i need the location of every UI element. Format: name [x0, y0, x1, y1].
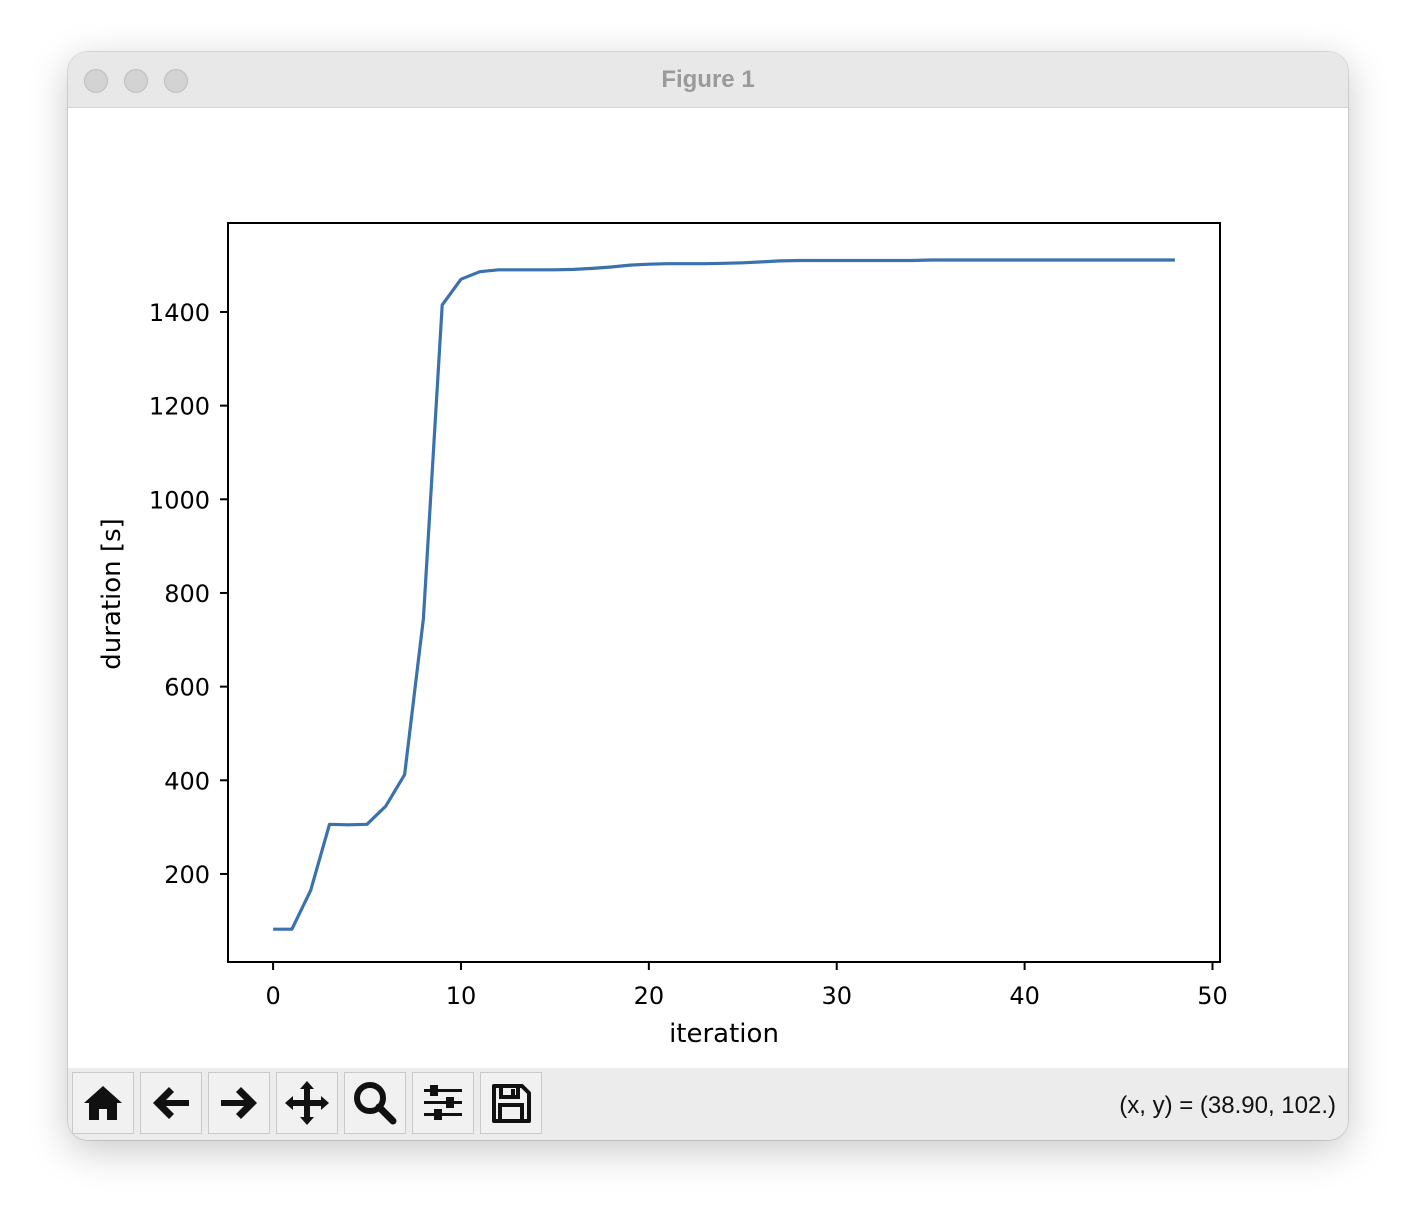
window-title: Figure 1: [661, 66, 755, 93]
figure-canvas[interactable]: 0 10 20 30 40 50 200 400 600 800 1000 1200 1400 ite…: [68, 108, 1348, 1066]
magnifier-icon: [354, 1082, 397, 1125]
floppy-disk-icon: [492, 1084, 531, 1123]
x-axis: 0 10 20 30 40 50: [265, 962, 1228, 1010]
arrow-right-icon: [221, 1087, 257, 1119]
title-bar: Figure 1: [68, 52, 1348, 108]
y-tick-label: 1000: [149, 486, 210, 514]
y-tick-label: 200: [164, 861, 210, 889]
x-tick-label: 50: [1197, 982, 1228, 1010]
back-button[interactable]: [140, 1072, 202, 1134]
duration-series-line: [273, 258, 1175, 931]
x-tick-label: 40: [1009, 982, 1040, 1010]
pan-button[interactable]: [276, 1072, 338, 1134]
y-tick-label: 1200: [149, 393, 210, 421]
zoom-button[interactable]: [344, 1072, 406, 1134]
x-tick-label: 10: [446, 982, 477, 1010]
x-tick-label: 0: [265, 982, 280, 1010]
y-tick-label: 600: [164, 674, 210, 702]
y-tick-label: 1400: [149, 299, 210, 327]
x-tick-label: 30: [821, 982, 852, 1010]
x-axis-label: iteration: [669, 1019, 779, 1049]
plot-frame: [227, 222, 1221, 963]
y-axis-label: duration [s]: [97, 518, 127, 670]
sliders-icon: [424, 1085, 462, 1120]
line-chart: 0 10 20 30 40 50 200 400 600 800 1000 1200 1400 ite…: [97, 222, 1228, 1049]
navigation-toolbar: (x, y) = (38.90, 102.): [68, 1068, 1348, 1140]
forward-button[interactable]: [208, 1072, 270, 1134]
home-icon: [84, 1086, 122, 1120]
y-tick-label: 400: [164, 767, 210, 795]
save-button[interactable]: [480, 1072, 542, 1134]
cursor-coordinates: (x, y) = (38.90, 102.): [1119, 1092, 1336, 1119]
home-button[interactable]: [72, 1072, 134, 1134]
move-icon: [285, 1081, 329, 1125]
x-tick-label: 20: [634, 982, 665, 1010]
figure-window: Figure 1 0 10 20 30 40 50 200 400 600 800 1000 120…: [68, 52, 1348, 1140]
y-tick-label: 800: [164, 580, 210, 608]
configure-subplots-button[interactable]: [412, 1072, 474, 1134]
y-axis: 200 400 600 800 1000 1200 1400: [149, 299, 228, 889]
arrow-left-icon: [153, 1087, 189, 1119]
